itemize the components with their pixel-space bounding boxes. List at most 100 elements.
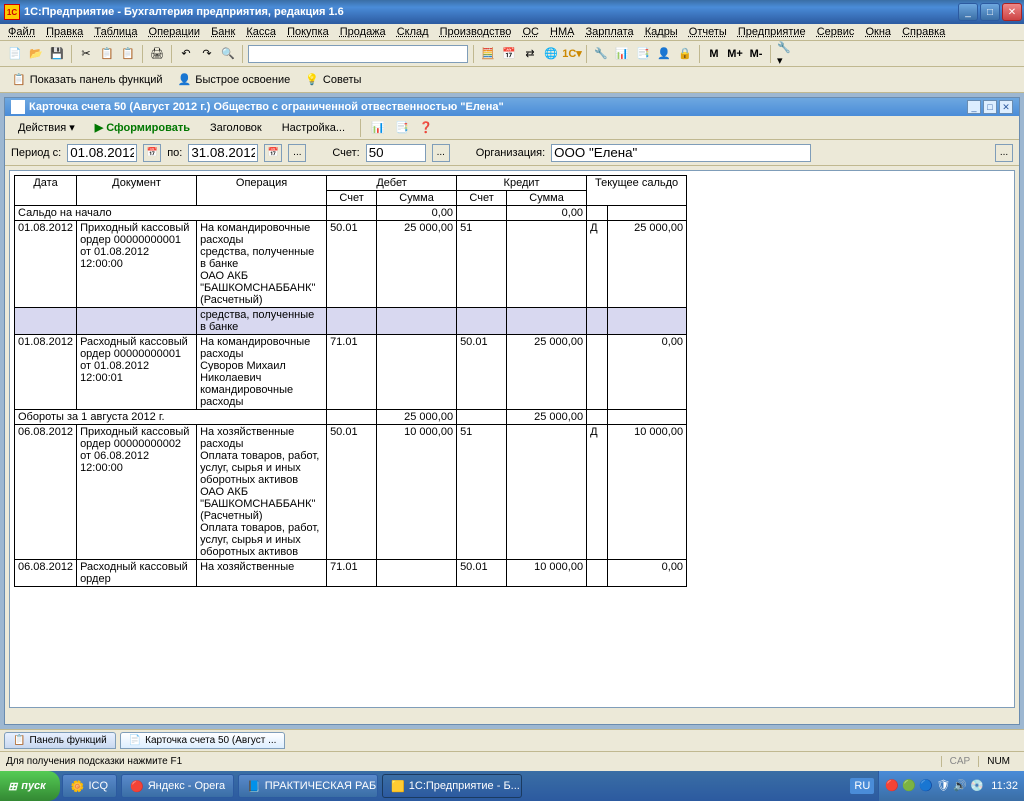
paste-icon[interactable]: 📋 (119, 45, 137, 63)
table-row[interactable]: 06.08.2012 Расходный кассовый ордер На х… (15, 560, 687, 587)
header-button[interactable]: Заголовок (203, 119, 269, 137)
org-input[interactable] (551, 144, 811, 162)
menu-hr[interactable]: Кадры (645, 26, 678, 38)
tool4-icon[interactable]: 👤 (655, 45, 673, 63)
tray-icon[interactable]: 🛡 (936, 779, 950, 793)
tool-icon[interactable]: 🔧 (592, 45, 610, 63)
minimize-button[interactable]: _ (958, 3, 978, 21)
tool3-icon[interactable]: 📑 (634, 45, 652, 63)
taskbar: ⊞ пуск 🌼 ICQ 🔴 Яндекс - Opera 📘 ПРАКТИЧЕ… (0, 771, 1024, 801)
statusbar: Для получения подсказки нажмите F1 CAP N… (0, 751, 1024, 771)
browser-icon[interactable]: 🌐 (542, 45, 560, 63)
cut-icon[interactable]: ✂ (77, 45, 95, 63)
menu-file[interactable]: Файл (8, 26, 35, 38)
tool5-icon[interactable]: 🔒 (676, 45, 694, 63)
redo-icon[interactable]: ↷ (198, 45, 216, 63)
tray-icon[interactable]: 🟢 (902, 779, 916, 793)
language-indicator[interactable]: RU (850, 778, 874, 794)
search-input[interactable] (248, 45, 468, 63)
print-icon[interactable]: 🖨 (148, 45, 166, 63)
task-opera[interactable]: 🔴 Яндекс - Opera (121, 774, 234, 798)
m-minus-button[interactable]: M- (747, 45, 765, 63)
tray-icon[interactable]: 🔵 (919, 779, 933, 793)
org-picker-button[interactable]: ... (995, 144, 1013, 162)
mdi-close-button[interactable]: ✕ (999, 100, 1013, 114)
cell-bal-d (587, 560, 608, 587)
tray-icon[interactable]: 💿 (970, 779, 984, 793)
table-row[interactable]: 06.08.2012 Приходный кассовый ордер 0000… (15, 425, 687, 560)
calendar-from-button[interactable]: 📅 (143, 144, 161, 162)
menu-reports[interactable]: Отчеты (689, 26, 727, 38)
m-button[interactable]: M (705, 45, 723, 63)
quick-learn-button[interactable]: 👤 Быстрое освоение (172, 71, 297, 88)
undo-icon[interactable]: ↶ (177, 45, 195, 63)
account-picker-button[interactable]: ... (432, 144, 450, 162)
mdi-restore-button[interactable]: □ (983, 100, 997, 114)
menu-production[interactable]: Производство (440, 26, 512, 38)
form-button[interactable]: ▶ Сформировать (88, 118, 197, 137)
calc-icon[interactable]: 🧮 (479, 45, 497, 63)
find-icon[interactable]: 🔍 (219, 45, 237, 63)
highlighted-row[interactable]: средства, полученные в банке (15, 308, 687, 335)
copy-icon[interactable]: 📋 (98, 45, 116, 63)
tips-button[interactable]: 💡 Советы (299, 71, 367, 88)
menu-nma[interactable]: НМА (550, 26, 574, 38)
show-panel-button[interactable]: 📋 Показать панель функций (6, 71, 169, 88)
mdi-minimize-button[interactable]: _ (967, 100, 981, 114)
account-input[interactable] (366, 144, 426, 162)
period-picker-button[interactable]: ... (288, 144, 306, 162)
clock[interactable]: 11:32 (991, 780, 1018, 792)
menu-enterprise[interactable]: Предприятие (738, 26, 806, 38)
menu-help[interactable]: Справка (902, 26, 945, 38)
menu-service[interactable]: Сервис (817, 26, 855, 38)
task-1c[interactable]: 🟨 1С:Предприятие - Б... (382, 774, 522, 798)
table-row[interactable]: 01.08.2012 Приходный кассовый ордер 0000… (15, 221, 687, 308)
menu-windows[interactable]: Окна (865, 26, 891, 38)
help-icon[interactable]: ❓ (417, 119, 435, 137)
tab-card[interactable]: 📄 Карточка счета 50 (Август ... (120, 732, 286, 749)
col-op: Операция (197, 176, 327, 206)
start-button[interactable]: ⊞ пуск (0, 771, 60, 801)
maximize-button[interactable]: □ (980, 3, 1000, 21)
menu-salary[interactable]: Зарплата (586, 26, 634, 38)
menu-operations[interactable]: Операции (149, 26, 200, 38)
actions-menu[interactable]: Действия ▾ (11, 118, 82, 137)
new-icon[interactable]: 📄 (6, 45, 24, 63)
period-to-input[interactable] (188, 144, 258, 162)
settings-icon[interactable]: 🔧▾ (776, 45, 794, 63)
table-row[interactable]: 01.08.2012 Расходный кассовый ордер 0000… (15, 335, 687, 410)
window-titlebar: 1C 1С:Предприятие - Бухгалтерия предприя… (0, 0, 1024, 24)
tool-a-icon[interactable]: 📊 (369, 119, 387, 137)
tray-icon[interactable]: 🔴 (885, 779, 899, 793)
menu-os[interactable]: ОС (522, 26, 539, 38)
close-button[interactable]: ✕ (1002, 3, 1022, 21)
menu-purchase[interactable]: Покупка (287, 26, 329, 38)
cell-c-sum: 10 000,00 (507, 560, 587, 587)
settings-button[interactable]: Настройка... (275, 119, 352, 137)
play-icon: ▶ (95, 121, 103, 134)
menu-kassa[interactable]: Касса (246, 26, 276, 38)
tool2-icon[interactable]: 📊 (613, 45, 631, 63)
tool-b-icon[interactable]: 📑 (393, 119, 411, 137)
menu-warehouse[interactable]: Склад (397, 26, 429, 38)
calendar-icon[interactable]: 📅 (500, 45, 518, 63)
menu-sale[interactable]: Продажа (340, 26, 386, 38)
report-area[interactable]: Дата Документ Операция Дебет Кредит Теку… (9, 170, 1015, 708)
calendar-to-button[interactable]: 📅 (264, 144, 282, 162)
task-icq[interactable]: 🌼 ICQ (62, 774, 117, 798)
compare-icon[interactable]: ⇄ (521, 45, 539, 63)
menu-edit[interactable]: Правка (46, 26, 83, 38)
turnover-c: 25 000,00 (507, 410, 587, 425)
menu-bank[interactable]: Банк (211, 26, 235, 38)
save-icon[interactable]: 💾 (48, 45, 66, 63)
tray-icon[interactable]: 🔊 (953, 779, 967, 793)
info-icon[interactable]: 1C▾ (563, 45, 581, 63)
col-c-sum: Сумма (507, 191, 587, 206)
cell-doc: Приходный кассовый ордер 00000000002 от … (77, 425, 197, 560)
menu-table[interactable]: Таблица (94, 26, 137, 38)
task-word[interactable]: 📘 ПРАКТИЧЕСКАЯ РАБ... (238, 774, 378, 798)
open-icon[interactable]: 📂 (27, 45, 45, 63)
tab-panel[interactable]: 📋 Панель функций (4, 732, 116, 749)
m-plus-button[interactable]: M+ (726, 45, 744, 63)
period-from-input[interactable] (67, 144, 137, 162)
